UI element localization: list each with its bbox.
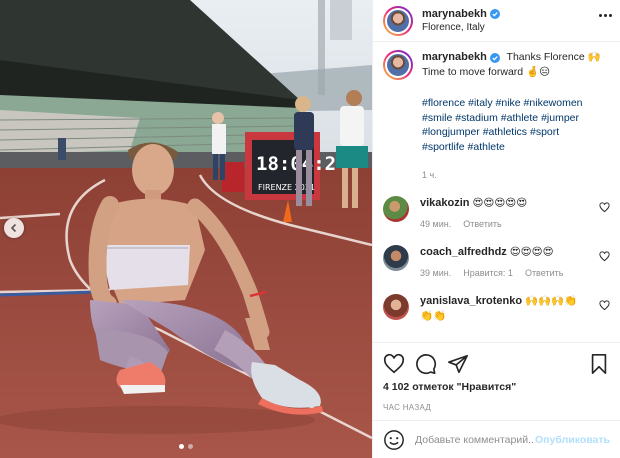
- emoji-icon[interactable]: [383, 429, 405, 451]
- chevron-left-icon: [10, 223, 17, 233]
- comment-text: 😍😍😍😍😍: [472, 197, 528, 210]
- comment-likes-count[interactable]: Нравится: 1: [463, 266, 513, 281]
- reply-button[interactable]: Ответить: [463, 217, 501, 232]
- publish-button[interactable]: Опубликовать: [535, 434, 610, 446]
- caption-text: Thanks Florence 🙌: [506, 51, 601, 63]
- carousel-dot: [179, 444, 184, 449]
- author-avatar[interactable]: [383, 50, 413, 80]
- verified-badge-icon: [489, 52, 500, 63]
- add-comment-bar: Опубликовать: [373, 420, 620, 458]
- commenter-avatar[interactable]: [383, 196, 409, 223]
- post-details-panel: marynabekh Florence, Italy marynabekh Th…: [372, 0, 620, 458]
- post-location[interactable]: Florence, Italy: [422, 21, 500, 35]
- post-actions: 4 102 отметок "Нравится" ЧАС НАЗАД: [373, 342, 620, 420]
- hashtag-line[interactable]: #sportlife #athlete: [422, 140, 601, 155]
- commenter-username[interactable]: coach_alfredhdz: [420, 245, 507, 260]
- photo-scene: 18:04:24 FIRENZE 2021: [0, 0, 372, 458]
- caption-text-line: Time to move forward 🤞😑: [422, 66, 551, 78]
- bookmark-icon[interactable]: [588, 353, 610, 375]
- caption-username[interactable]: marynabekh: [422, 50, 487, 65]
- comment-item: coach_alfredhdz 😍😍😍😍 39 мин. Нравится: 1…: [383, 245, 610, 281]
- comment-text-line: 👏👏: [420, 310, 447, 323]
- comment-item: yanislava_krotenko 🙌🙌🙌👏 👏👏: [383, 294, 610, 324]
- comments-list[interactable]: marynabekh Thanks Florence 🙌 Time to mov…: [373, 42, 620, 342]
- heart-icon[interactable]: [383, 353, 405, 375]
- hashtag-line[interactable]: #smile #stadium #athlete #jumper: [422, 111, 601, 126]
- post-caption: marynabekh Thanks Florence 🙌 Time to mov…: [383, 50, 610, 183]
- like-comment-heart-icon[interactable]: [599, 202, 610, 213]
- commenter-avatar[interactable]: [383, 245, 409, 272]
- carousel-indicator: [0, 444, 372, 449]
- share-icon[interactable]: [447, 353, 469, 375]
- carousel-dot: [188, 444, 193, 449]
- likes-count[interactable]: 4 102 отметок "Нравится": [383, 381, 610, 393]
- commenter-avatar[interactable]: [383, 294, 409, 321]
- previous-slide-button[interactable]: [4, 218, 24, 238]
- post-header: marynabekh Florence, Italy: [373, 0, 620, 42]
- commenter-username[interactable]: vikakozin: [420, 196, 470, 211]
- author-username[interactable]: marynabekh: [422, 7, 487, 21]
- hashtags[interactable]: #florence #italy #nike #nikewomen #smile…: [422, 96, 601, 154]
- more-options-icon[interactable]: [599, 14, 612, 17]
- commenter-username[interactable]: yanislava_krotenko: [420, 294, 522, 309]
- caption-time: 1 ч.: [422, 170, 437, 181]
- posted-time: ЧАС НАЗАД: [383, 403, 432, 412]
- comment-text: 😍😍😍😍: [509, 246, 554, 259]
- like-comment-heart-icon[interactable]: [599, 251, 610, 262]
- comment-input[interactable]: [415, 433, 536, 446]
- comment-item: vikakozin 😍😍😍😍😍 49 мин. Ответить: [383, 196, 610, 232]
- comment-text: 🙌🙌🙌👏: [525, 295, 578, 308]
- post-window: 18:04:24 FIRENZE 2021: [0, 0, 620, 458]
- author-avatar[interactable]: [383, 5, 413, 36]
- reply-button[interactable]: Ответить: [525, 266, 563, 281]
- hashtag-line[interactable]: #florence #italy #nike #nikewomen: [422, 96, 601, 111]
- comment-time: 39 мин.: [420, 268, 452, 279]
- hashtag-line[interactable]: #longjumper #athletics #sport: [422, 125, 601, 140]
- verified-badge-icon: [489, 8, 500, 19]
- comment-time: 49 мин.: [420, 219, 452, 230]
- post-photo[interactable]: 18:04:24 FIRENZE 2021: [0, 0, 372, 458]
- comment-icon[interactable]: [415, 353, 437, 375]
- like-comment-heart-icon[interactable]: [599, 300, 610, 311]
